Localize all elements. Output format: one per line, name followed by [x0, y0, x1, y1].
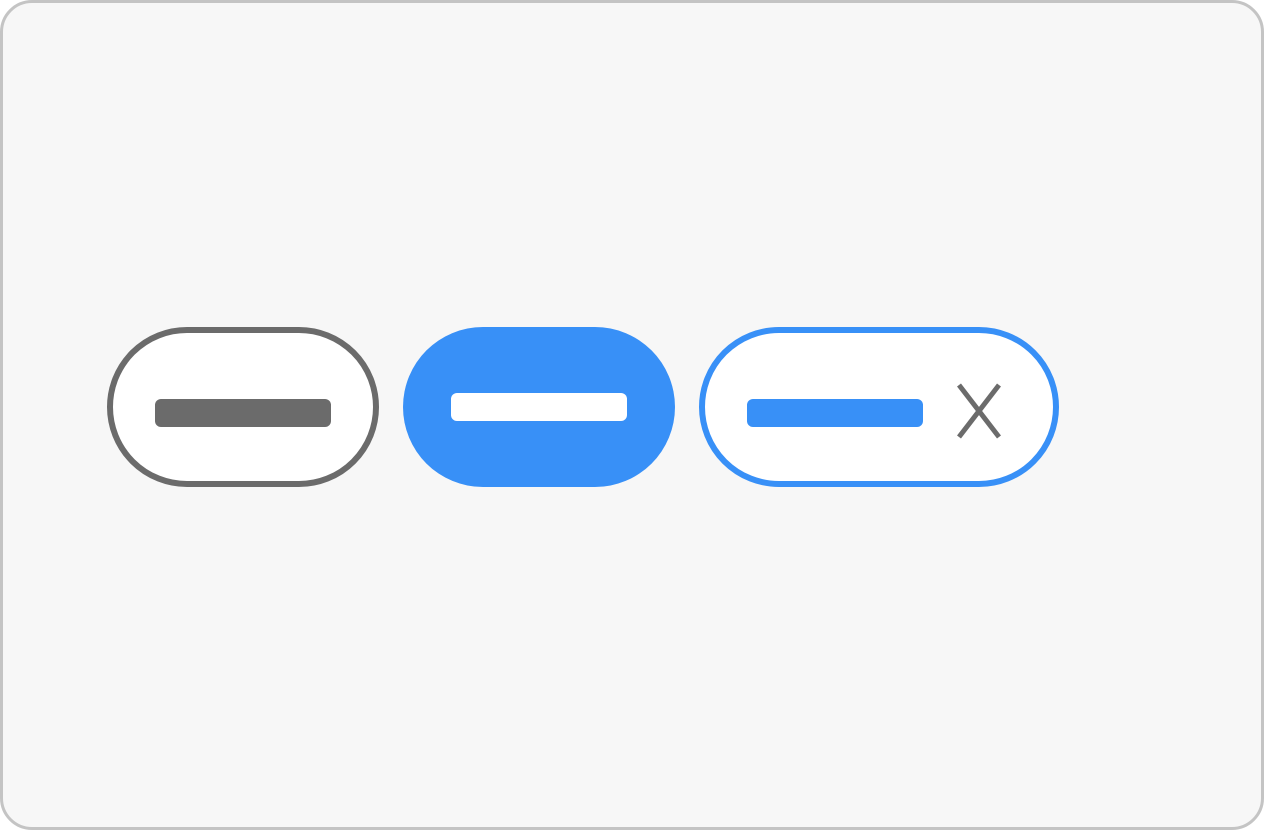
chip-label-placeholder: [451, 393, 627, 421]
chip-label-placeholder: [747, 399, 923, 427]
chip-label-placeholder: [155, 399, 331, 427]
close-icon[interactable]: [951, 379, 1007, 443]
chip-removable[interactable]: [699, 327, 1059, 487]
chip-showcase-panel: [0, 0, 1264, 830]
chip-selected[interactable]: [403, 327, 675, 487]
chip-default[interactable]: [107, 327, 379, 487]
